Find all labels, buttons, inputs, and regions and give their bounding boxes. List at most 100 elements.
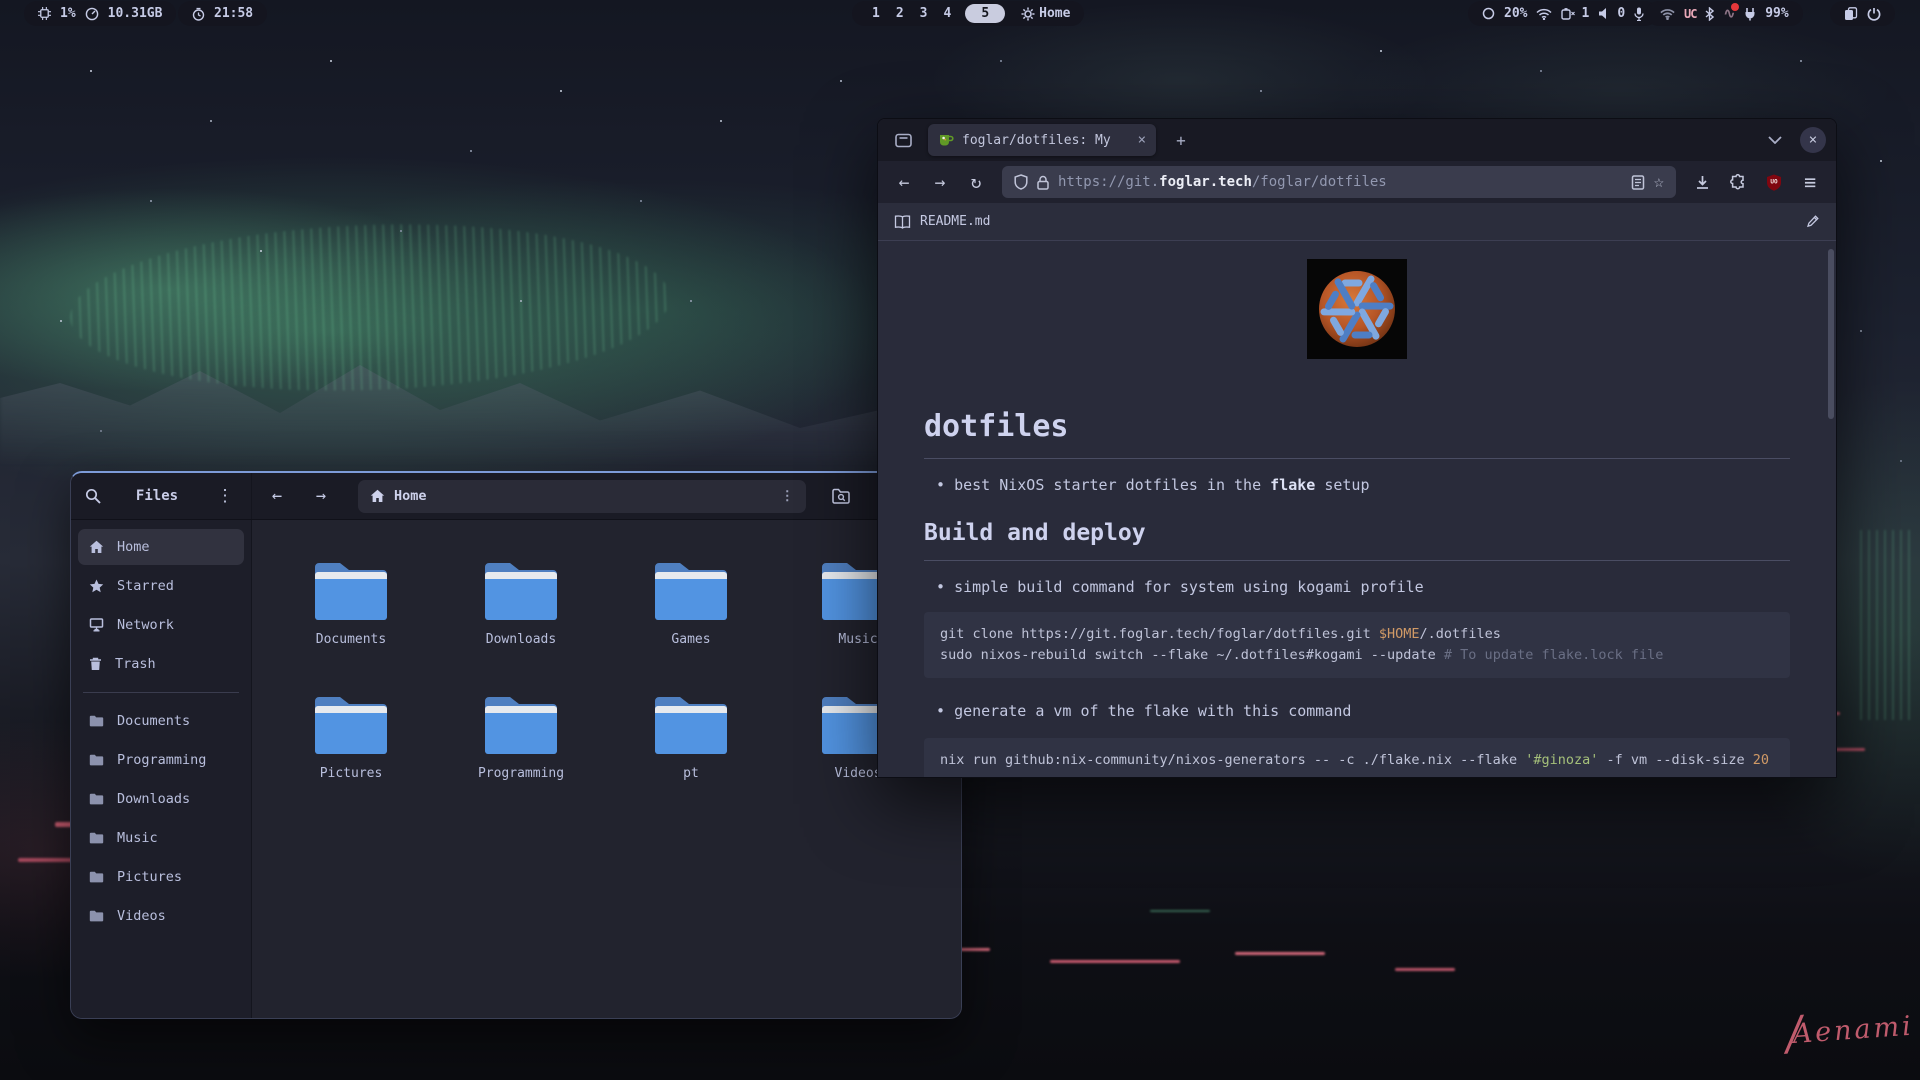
sidebar-label: Downloads [117,791,190,807]
url-text[interactable]: https://git.foglar.tech/foglar/dotfiles [1058,174,1622,190]
downloads-button[interactable] [1686,166,1718,198]
sidebar-item-documents[interactable]: Documents [78,703,244,739]
code-string: '#ginoza' [1525,752,1598,768]
divider [924,560,1790,561]
sidebar-label: Music [117,830,158,846]
sidebar-item-trash[interactable]: Trash [78,646,244,682]
extensions-button[interactable] [1722,166,1754,198]
list-tabs-button[interactable] [1760,125,1790,155]
folder-label: Programming [478,766,564,781]
tab-close-button[interactable]: × [1138,132,1146,148]
folder-icon [311,692,391,758]
tab-title: foglar/dotfiles: My [962,133,1130,148]
keyboard-battery-value: 1 [1581,6,1589,21]
navigation-bar: ← → ↻ https://git.foglar.tech/foglar/dot… [878,161,1836,203]
current-location: Home [394,488,427,504]
search-icon[interactable] [85,488,101,504]
folder-search-icon [832,488,851,504]
back-button[interactable]: ← [260,479,294,513]
battery-value: 99% [1765,6,1788,21]
files-content-grid: Documents Downloads Games Music Pictures [252,520,961,1018]
keyboard-battery-icon[interactable] [1561,8,1576,20]
search-folder-button[interactable] [824,479,858,513]
folder-icon [651,558,731,624]
artist-signature: Aenami [1784,998,1915,1061]
clipboard-icon[interactable] [1844,7,1858,21]
folder-item-pictures[interactable]: Pictures [281,692,421,781]
download-icon [1695,175,1710,190]
folder-item-pt[interactable]: pt [621,692,761,781]
files-window: Files ⋮ ← → Home ⋮ ⋮ [70,471,962,1019]
folder-item-downloads[interactable]: Downloads [451,558,591,647]
folder-item-programming[interactable]: Programming [451,692,591,781]
files-menu-button[interactable]: ⋮ [213,479,237,513]
sidebar-item-music[interactable]: Music [78,820,244,856]
scrollbar-thumb[interactable] [1828,249,1834,419]
wallpaper-red-streak [1050,960,1180,963]
edit-pencil-icon[interactable] [1806,214,1820,229]
nav-forward-button[interactable]: → [924,166,956,198]
desktop: Aenami 1% 10.31GB 21:58 1 2 3 4 5 Home 2… [0,0,1920,1080]
folder-icon [89,793,104,805]
folder-icon [89,871,104,883]
chevron-down-icon [1768,136,1782,144]
workspace-2[interactable]: 2 [890,6,910,21]
firefox-view-button[interactable] [888,125,918,155]
folder-icon [311,558,391,624]
forward-button[interactable]: → [304,479,338,513]
workspace-5-active[interactable]: 5 [965,4,1005,23]
notification-wave-icon[interactable]: ∿ [1723,6,1735,22]
sidebar-item-videos[interactable]: Videos [78,898,244,934]
power-icon[interactable] [1867,7,1881,21]
ublock-origin-button[interactable]: UO [1758,166,1790,198]
bookmark-star-icon[interactable]: ☆ [1654,172,1664,192]
nixos-logo-image [1307,259,1407,359]
sidebar-item-home[interactable]: Home [78,529,244,565]
wifi-icon[interactable] [1536,8,1552,20]
sidebar-label: Home [117,539,150,555]
brightness-value: 20% [1504,6,1527,21]
bluetooth-icon[interactable] [1705,7,1714,21]
code-number: 20 [1753,752,1769,768]
sidebar-label: Pictures [117,869,182,885]
sidebar-item-programming[interactable]: Programming [78,742,244,778]
network-tray-icon[interactable] [1660,8,1675,20]
reader-mode-icon[interactable] [1631,175,1645,190]
code-text: git clone https://git.foglar.tech/foglar… [940,626,1379,642]
menu-button[interactable]: ≡ [1794,166,1826,198]
lock-icon[interactable] [1037,175,1049,190]
brightness-icon[interactable] [1482,7,1495,20]
status-bar: 1% 10.31GB 21:58 1 2 3 4 5 Home 20% 1 0 [0,0,1920,27]
path-menu-button[interactable]: ⋮ [781,488,795,504]
sidebar-item-starred[interactable]: Starred [78,568,244,604]
workspace-3[interactable]: 3 [914,6,934,21]
new-tab-button[interactable]: + [1166,125,1196,155]
path-bar[interactable]: Home ⋮ [358,480,806,513]
active-tab[interactable]: foglar/dotfiles: My × [928,124,1156,156]
sidebar-item-pictures[interactable]: Pictures [78,859,244,895]
code-text: sudo nixos-rebuild switch --flake ~/.dot… [940,647,1444,663]
cpu-icon [38,7,51,20]
sidebar-item-downloads[interactable]: Downloads [78,781,244,817]
reload-button[interactable]: ↻ [960,166,992,198]
folder-item-documents[interactable]: Documents [281,558,421,647]
workspace-4[interactable]: 4 [937,6,957,21]
clock-time: 21:58 [214,6,253,21]
url-bar[interactable]: https://git.foglar.tech/foglar/dotfiles … [1002,166,1676,198]
microphone-icon[interactable] [1634,7,1644,21]
folder-icon [89,910,104,922]
folder-icon [481,558,561,624]
folder-item-games[interactable]: Games [621,558,761,647]
memory-gauge-icon [85,7,99,21]
sidebar-item-network[interactable]: Network [78,607,244,643]
wallpaper-red-streak [1395,968,1455,971]
shield-icon[interactable] [1014,174,1028,190]
tray-app-icon[interactable]: UC [1684,7,1696,21]
gear-icon [1021,7,1035,21]
nav-back-button[interactable]: ← [888,166,920,198]
window-close-button[interactable]: × [1800,127,1826,153]
vm-bullet: generate a vm of the flake with this com… [924,702,1790,720]
volume-icon[interactable] [1598,7,1611,20]
workspace-1[interactable]: 1 [866,6,886,21]
files-body: Home Starred Network Trash Document [71,520,961,1018]
